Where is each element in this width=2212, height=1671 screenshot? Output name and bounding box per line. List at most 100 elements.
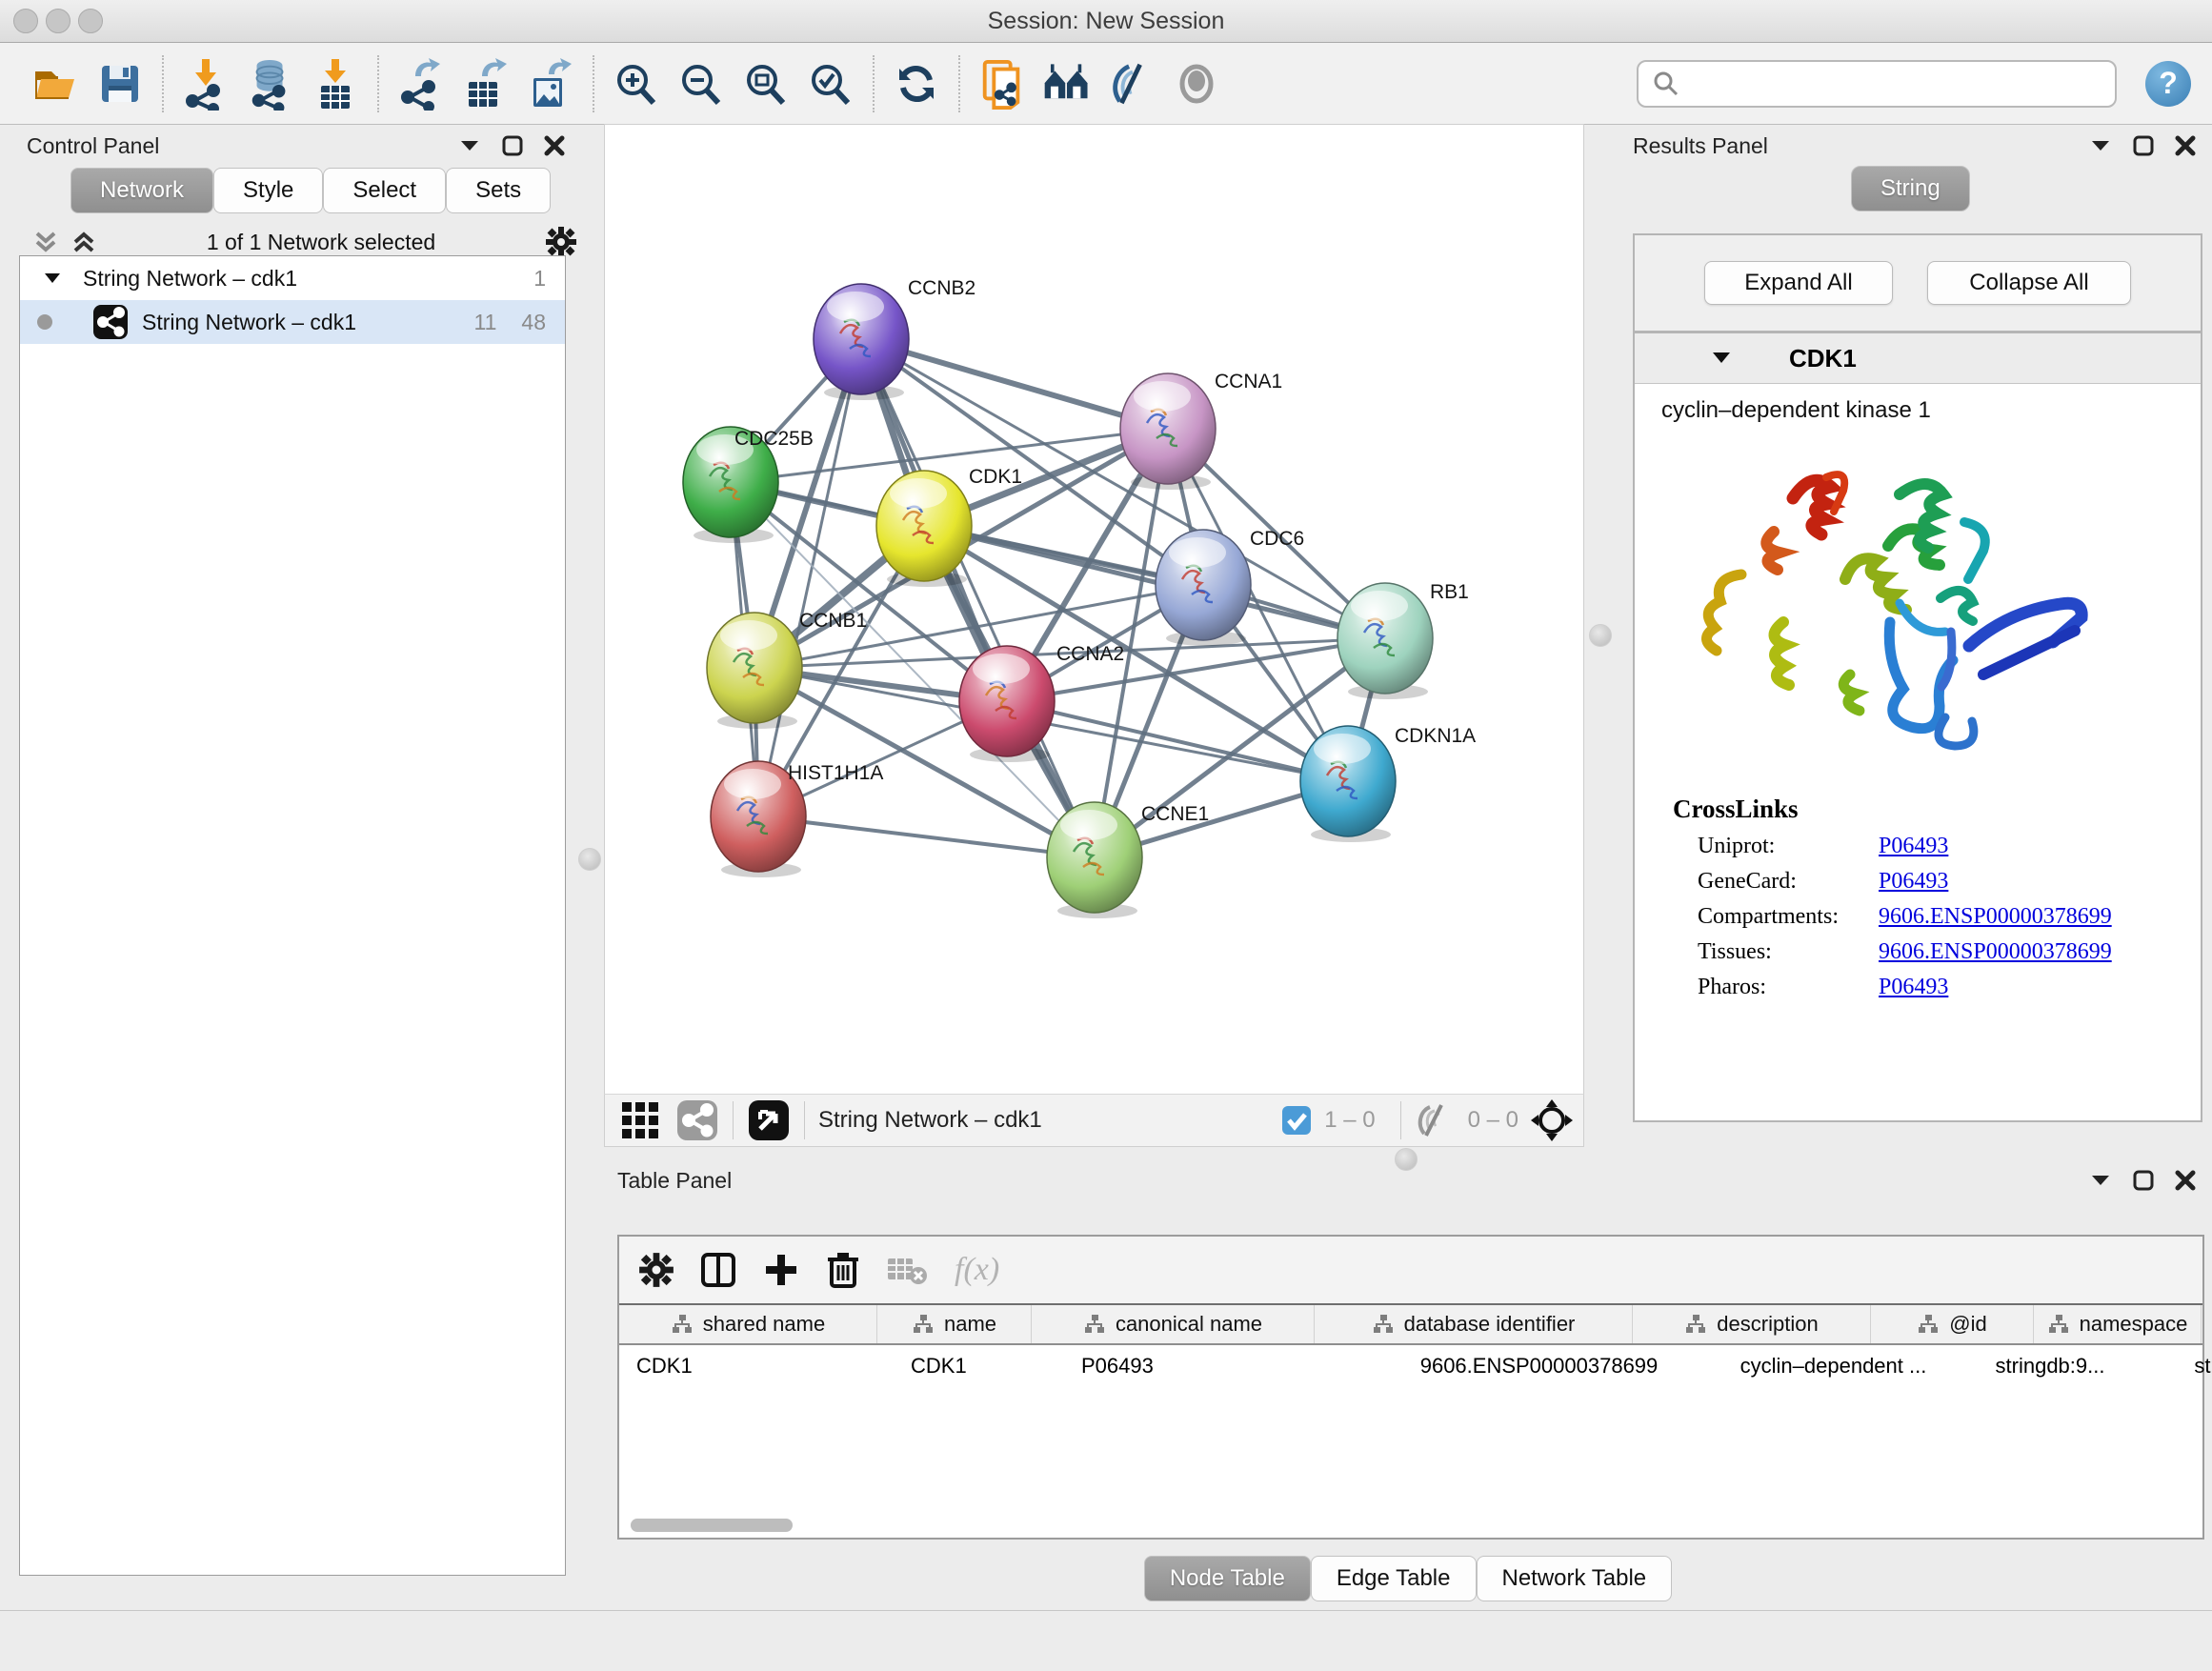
birdseye-toggle-icon[interactable] <box>618 1098 662 1142</box>
birds-eye-view-icon[interactable] <box>1042 59 1092 109</box>
node-CDKN1A[interactable] <box>1300 726 1396 842</box>
column-header--id[interactable]: @id <box>1871 1305 2034 1343</box>
import-network-icon[interactable] <box>181 59 231 109</box>
refresh-view-icon[interactable] <box>892 59 941 109</box>
annotations-icon[interactable] <box>977 59 1027 109</box>
add-column-icon[interactable] <box>762 1251 800 1289</box>
export-image-icon[interactable] <box>526 59 575 109</box>
help-button[interactable]: ? <box>2145 61 2191 107</box>
hidden-eye-slash-icon[interactable] <box>1415 1103 1457 1137</box>
node-CCNE1[interactable] <box>1047 802 1142 918</box>
table-options-gear-icon[interactable] <box>638 1252 674 1288</box>
zoom-fit-icon[interactable] <box>741 59 791 109</box>
search-input[interactable] <box>1690 70 2115 97</box>
import-table-icon[interactable] <box>311 59 360 109</box>
cell-canonical-name[interactable]: P06493 <box>1064 1345 1363 1387</box>
column-header-namespace[interactable]: namespace <box>2034 1305 2202 1343</box>
crosslink-link[interactable]: 9606.ENSP00000378699 <box>1879 904 2112 930</box>
function-builder-icon-disabled[interactable]: f(x) <box>955 1252 999 1288</box>
export-table-icon[interactable] <box>461 59 511 109</box>
column-header-canonical-name[interactable]: canonical name <box>1032 1305 1315 1343</box>
collection-expand-arrow-icon[interactable] <box>43 270 62 287</box>
node-label-CCNB2: CCNB2 <box>908 277 975 299</box>
cell--id[interactable]: stringdb:9... <box>1952 1345 2131 1387</box>
cdk1-section-header[interactable]: CDK1 <box>1635 333 2201 384</box>
export-network-icon[interactable] <box>396 59 446 109</box>
network-row-selected[interactable]: String Network – cdk1 11 48 <box>20 300 565 344</box>
cell-database-identifier[interactable]: 9606.ENSP00000378699 <box>1363 1345 1698 1387</box>
cell-description[interactable]: cyclin–dependent ... <box>1698 1345 1952 1387</box>
network-options-gear-icon[interactable] <box>545 226 577 258</box>
node-RB1[interactable] <box>1337 583 1433 699</box>
hide-graphics-icon[interactable] <box>1107 59 1156 109</box>
cell-namespace[interactable]: stringdb <box>2131 1345 2212 1387</box>
table-panel-menu-icon[interactable] <box>2088 1168 2113 1193</box>
tab-style[interactable]: Style <box>213 168 323 213</box>
import-network-from-database-icon[interactable] <box>246 59 295 109</box>
table-data-row[interactable]: CDK1CDK1P064939606.ENSP00000378699cyclin… <box>619 1345 2202 1387</box>
save-session-icon[interactable] <box>95 59 145 109</box>
tab-string[interactable]: String <box>1851 166 1970 211</box>
cell-shared-name[interactable]: CDK1 <box>619 1345 894 1387</box>
node-CCNB2[interactable] <box>814 284 909 400</box>
node-CDK1[interactable] <box>876 471 972 587</box>
tab-network[interactable]: Network <box>70 168 213 213</box>
crosslink-link[interactable]: P06493 <box>1879 834 1948 859</box>
column-header-description[interactable]: description <box>1633 1305 1871 1343</box>
tab-sets[interactable]: Sets <box>446 168 551 213</box>
tab-select[interactable]: Select <box>323 168 446 213</box>
tab-node-table[interactable]: Node Table <box>1144 1556 1311 1601</box>
crosslink-link[interactable]: 9606.ENSP00000378699 <box>1879 939 2112 965</box>
collection-count: 1 <box>533 266 546 292</box>
node-CCNA1[interactable] <box>1120 373 1216 490</box>
show-columns-icon[interactable] <box>699 1251 737 1289</box>
node-label-RB1: RB1 <box>1430 581 1469 603</box>
collection-label: String Network – cdk1 <box>83 266 297 292</box>
table-panel-float-icon[interactable] <box>2132 1169 2155 1192</box>
crosslink-link[interactable]: P06493 <box>1879 975 1948 1000</box>
crosslink-row: Tissues:9606.ENSP00000378699 <box>1698 939 2201 965</box>
zoom-selected-icon[interactable] <box>806 59 855 109</box>
zoom-out-icon[interactable] <box>676 59 726 109</box>
delete-table-icon-disabled[interactable] <box>886 1253 930 1287</box>
results-panel-menu-icon[interactable] <box>2088 133 2113 158</box>
current-network-dot-icon <box>37 314 52 330</box>
results-panel-float-icon[interactable] <box>2132 134 2155 157</box>
crosslink-link[interactable]: P06493 <box>1879 869 1948 895</box>
zoom-in-icon[interactable] <box>612 59 661 109</box>
node-label-CCNE1: CCNE1 <box>1141 803 1209 825</box>
left-splitter-handle[interactable] <box>578 848 601 871</box>
column-header-database-identifier[interactable]: database identifier <box>1315 1305 1633 1343</box>
expand-all-icon[interactable] <box>70 230 97 254</box>
search-field[interactable] <box>1637 60 2117 108</box>
horizontal-scrollbar-thumb[interactable] <box>631 1519 793 1532</box>
selection-status: 1 of 1 Network selected <box>97 230 545 255</box>
string-panel-toggle-icon[interactable] <box>675 1098 719 1142</box>
network-canvas[interactable]: CCNB2CCNA1CDC25BCDK1CDC6RB1CCNB1CCNA2CDK… <box>604 124 1584 1096</box>
table-panel-close-icon[interactable] <box>2174 1169 2197 1192</box>
show-graphics-icon[interactable] <box>1172 59 1221 109</box>
open-in-window-icon[interactable] <box>747 1098 791 1142</box>
section-collapse-arrow-icon[interactable] <box>1711 349 1732 368</box>
cell-name[interactable]: CDK1 <box>894 1345 1064 1387</box>
table-tabs: Node TableEdge TableNetwork Table <box>604 1556 2212 1601</box>
fit-selected-crosshair-icon[interactable] <box>1530 1098 1574 1142</box>
control-panel-close-icon[interactable] <box>543 134 566 157</box>
column-header-shared-name[interactable]: shared name <box>619 1305 877 1343</box>
tab-network-table[interactable]: Network Table <box>1477 1556 1673 1601</box>
delete-column-icon[interactable] <box>825 1250 861 1290</box>
node-CCNB1[interactable] <box>707 613 802 729</box>
open-session-icon[interactable] <box>30 59 80 109</box>
collapse-all-button[interactable]: Collapse All <box>1927 261 2131 305</box>
network-collection-row[interactable]: String Network – cdk1 1 <box>20 256 565 300</box>
control-panel-float-icon[interactable] <box>501 134 524 157</box>
right-splitter-handle[interactable] <box>1589 624 1612 647</box>
column-header-name[interactable]: name <box>877 1305 1032 1343</box>
collapse-all-icon[interactable] <box>32 230 59 254</box>
control-panel-menu-icon[interactable] <box>457 133 482 158</box>
selected-checkbox-icon[interactable] <box>1280 1104 1313 1137</box>
expand-all-button[interactable]: Expand All <box>1704 261 1893 305</box>
tab-edge-table[interactable]: Edge Table <box>1311 1556 1477 1601</box>
results-actions: Expand All Collapse All <box>1633 233 2202 332</box>
results-panel-close-icon[interactable] <box>2174 134 2197 157</box>
